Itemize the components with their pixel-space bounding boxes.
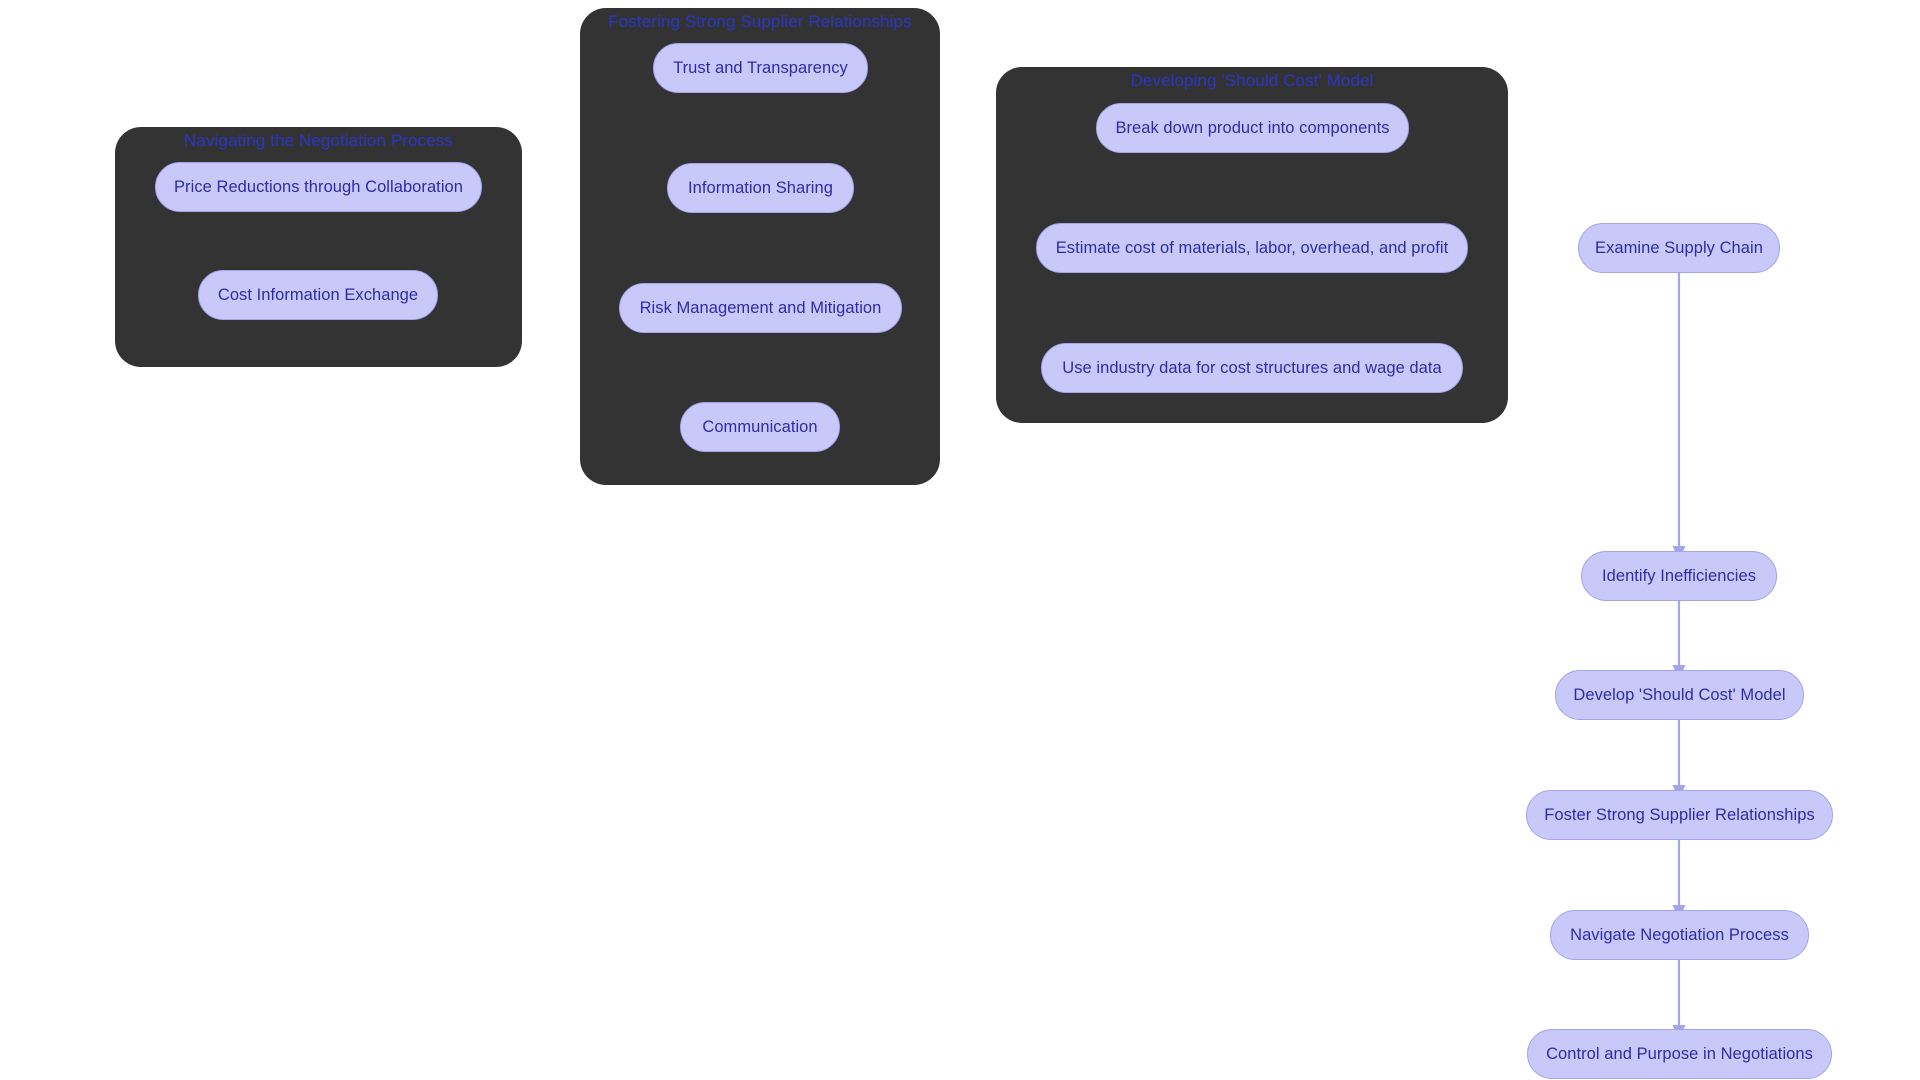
node-navigate-negotiation-process[interactable]: Navigate Negotiation Process <box>1550 910 1809 960</box>
node-price-reductions-through-collaboration[interactable]: Price Reductions through Collaboration <box>155 162 482 212</box>
edge-identify-to-develop <box>1672 601 1686 679</box>
flowchart-canvas: Navigating the Negotiation Process Price… <box>0 0 1920 1080</box>
cluster-title-developing-should-cost-model: Developing 'Should Cost' Model <box>1130 71 1374 90</box>
node-label: Control and Purpose in Negotiations <box>1546 1044 1813 1063</box>
node-label: Examine Supply Chain <box>1595 238 1763 257</box>
node-use-industry-data-cost-structures-wage-data[interactable]: Use industry data for cost structures an… <box>1041 343 1463 393</box>
node-identify-inefficiencies[interactable]: Identify Inefficiencies <box>1581 551 1777 601</box>
node-information-sharing[interactable]: Information Sharing <box>667 163 854 213</box>
node-label: Use industry data for cost structures an… <box>1062 358 1442 377</box>
node-label: Cost Information Exchange <box>217 285 419 304</box>
cluster-title-navigating-negotiation-process: Navigating the Negotiation Process <box>184 131 453 150</box>
node-label: Foster Strong Supplier Relationships <box>1544 805 1815 824</box>
node-label: Information Sharing <box>688 178 833 197</box>
node-label: Break down product into components <box>1115 118 1390 137</box>
node-cost-information-exchange[interactable]: Cost Information Exchange <box>198 270 438 320</box>
node-communication[interactable]: Communication <box>680 402 840 452</box>
node-control-and-purpose-in-negotiations[interactable]: Control and Purpose in Negotiations <box>1527 1029 1832 1079</box>
node-label: Price Reductions through Collaboration <box>174 177 463 196</box>
node-label: Develop 'Should Cost' Model <box>1573 685 1786 704</box>
node-label: Communication <box>702 417 818 436</box>
edge-examine-to-identify <box>1672 273 1686 560</box>
edge-foster-to-navigate <box>1672 840 1686 919</box>
node-label: Navigate Negotiation Process <box>1570 925 1789 944</box>
edge-develop-to-foster <box>1672 720 1686 799</box>
node-label: Estimate cost of materials, labor, overh… <box>1055 238 1449 257</box>
cluster-title-fostering-strong-supplier-relationships: Fostering Strong Supplier Relationships <box>608 12 912 31</box>
node-foster-strong-supplier-relationships[interactable]: Foster Strong Supplier Relationships <box>1526 790 1833 840</box>
node-trust-and-transparency[interactable]: Trust and Transparency <box>653 43 868 93</box>
node-break-down-product-into-components[interactable]: Break down product into components <box>1096 103 1409 153</box>
node-develop-should-cost-model[interactable]: Develop 'Should Cost' Model <box>1555 670 1804 720</box>
node-estimate-cost-materials-labor-overhead-profit[interactable]: Estimate cost of materials, labor, overh… <box>1036 223 1468 273</box>
node-label: Identify Inefficiencies <box>1601 566 1757 585</box>
edge-navigate-to-control <box>1672 960 1686 1039</box>
node-label: Trust and Transparency <box>673 58 848 77</box>
node-examine-supply-chain[interactable]: Examine Supply Chain <box>1578 223 1780 273</box>
node-label: Risk Management and Mitigation <box>639 298 882 317</box>
node-risk-management-and-mitigation[interactable]: Risk Management and Mitigation <box>619 283 902 333</box>
